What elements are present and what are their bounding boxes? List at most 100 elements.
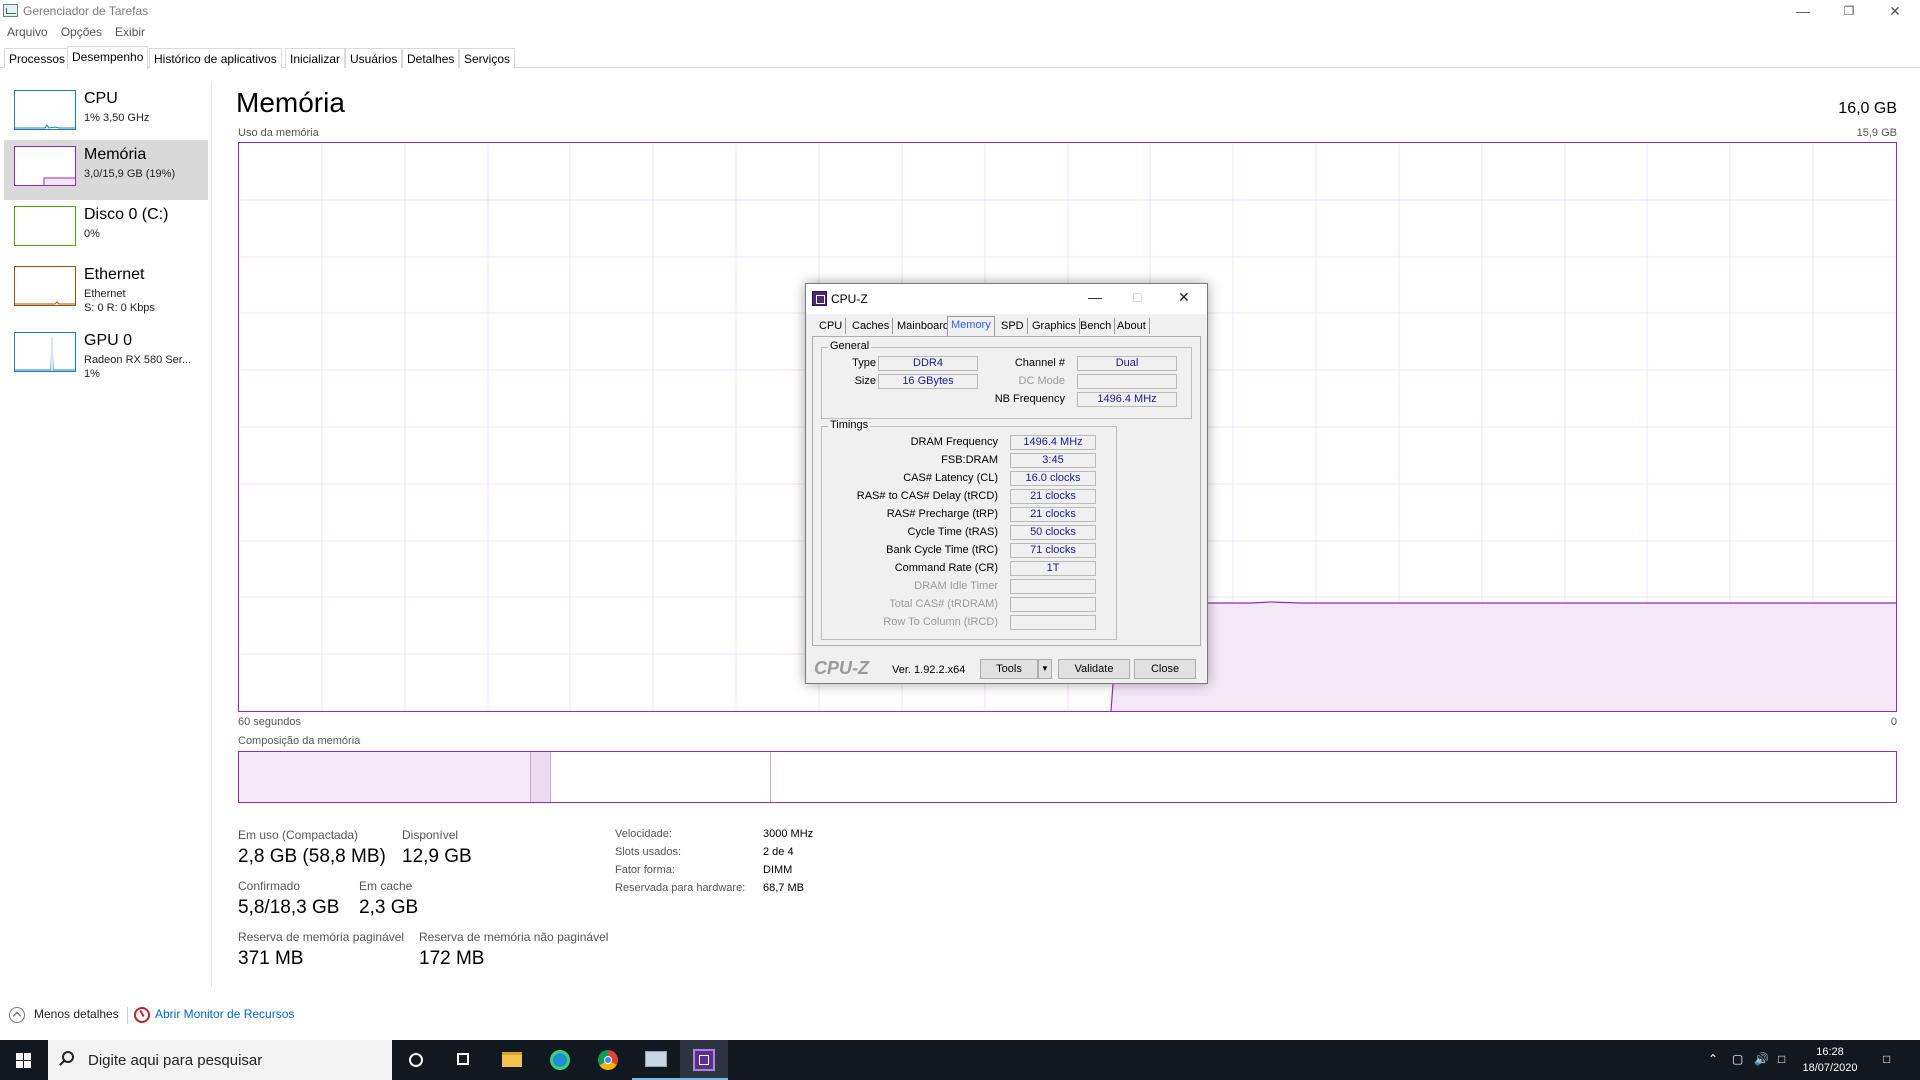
close-button[interactable]: ✕	[1872, 0, 1918, 22]
cpuz-minimize-button[interactable]: —	[1088, 289, 1102, 305]
task-manager-taskbar-icon[interactable]	[632, 1040, 680, 1080]
channel-value: Dual	[1077, 356, 1177, 371]
chevron-up-icon[interactable]	[9, 1007, 25, 1023]
network-icon[interactable]: □	[1778, 1052, 1785, 1066]
file-explorer-icon[interactable]	[488, 1040, 536, 1080]
sidebar-item-detail: 1% 3,50 GHz	[84, 112, 150, 124]
volume-icon[interactable]: 🔊	[1754, 1052, 1769, 1066]
tray-chevron-up-icon[interactable]: ⌃	[1708, 1052, 1718, 1066]
task-view-icon[interactable]	[440, 1040, 488, 1080]
windows-logo-icon	[16, 1053, 32, 1069]
row-to-column-label: Row To Column (tRCD)	[883, 616, 998, 628]
task-manager-icon	[3, 4, 18, 17]
start-button[interactable]	[0, 1040, 48, 1080]
ethernet-thumbnail	[14, 266, 76, 306]
tab-historico[interactable]: Histórico de aplicativos	[149, 48, 282, 68]
dram-idle-timer-label: DRAM Idle Timer	[914, 580, 998, 592]
speed-label: Velocidade:	[615, 828, 672, 840]
edge-icon[interactable]	[536, 1040, 584, 1080]
cached-value: 2,3 GB	[359, 897, 419, 918]
cpuz-tab-graphics[interactable]: Graphics	[1029, 318, 1081, 334]
cpuz-tab-bench[interactable]: Bench	[1077, 318, 1116, 334]
memory-composition-bar	[238, 751, 1897, 803]
cas-latency-label: CAS# Latency (CL)	[903, 472, 998, 484]
row-to-column-value	[1010, 615, 1096, 630]
less-details-link[interactable]: Menos detalhes	[34, 1007, 119, 1021]
tab-detalhes[interactable]: Detalhes	[402, 48, 460, 68]
tab-inicializar[interactable]: Inicializar	[285, 48, 346, 68]
cpuz-taskbar-icon[interactable]	[680, 1040, 728, 1080]
sidebar-item-detail: Ethernet	[84, 288, 126, 300]
minimize-button[interactable]: —	[1780, 0, 1826, 22]
resource-monitor-icon[interactable]	[134, 1007, 150, 1023]
nonpaged-pool-label: Reserva de memória não paginável	[419, 930, 609, 944]
sidebar-item-label: Memória	[84, 146, 147, 163]
trc-label: Bank Cycle Time (tRC)	[886, 544, 998, 556]
cpuz-tab-caches[interactable]: Caches	[849, 318, 894, 334]
tab-servicos[interactable]: Serviços	[459, 48, 516, 68]
sidebar-item-ethernet[interactable]: Ethernet Ethernet S: 0 R: 0 Kbps	[4, 260, 208, 320]
sidebar-item-cpu[interactable]: CPU 1% 3,50 GHz	[4, 84, 208, 144]
menu-arquivo[interactable]: Arquivo	[0, 22, 54, 42]
cpuz-tab-memory[interactable]: Memory	[947, 316, 995, 336]
cpuz-title: CPU-Z	[831, 292, 868, 306]
cpuz-close-action-button[interactable]: Close	[1134, 659, 1196, 679]
disk-thumbnail	[14, 206, 76, 246]
ethernet-thumbnail-graph	[15, 301, 75, 305]
validate-button[interactable]: Validate	[1058, 659, 1130, 679]
cpuz-tab-about[interactable]: About	[1114, 318, 1150, 334]
menu-opcoes[interactable]: Opções	[54, 22, 108, 42]
tab-usuarios[interactable]: Usuários	[345, 48, 403, 68]
resource-monitor-link[interactable]: Abrir Monitor de Recursos	[155, 1007, 294, 1021]
taskbar-clock[interactable]: 16:28 18/07/2020	[1796, 1044, 1864, 1076]
gpu-thumbnail-graph	[15, 336, 75, 371]
cpuz-title-bar[interactable]: CPU-Z — □ ✕	[806, 284, 1207, 314]
title-bar: Gerenciador de Tarefas — ❐ ✕	[0, 0, 1920, 22]
sidebar-item-memoria[interactable]: Memória 3,0/15,9 GB (19%)	[4, 140, 208, 200]
cpuz-maximize-button: □	[1133, 289, 1142, 305]
taskbar: Digite aqui para pesquisar ⌃ ▢ 🔊 □ 16:28…	[0, 1040, 1920, 1080]
composition-in-use	[239, 752, 531, 802]
usage-area	[1111, 603, 1896, 711]
fsb-dram-label: FSB:DRAM	[941, 454, 998, 466]
cpuz-tab-mainboard[interactable]: Mainboard	[894, 318, 953, 334]
sidebar-item-gpu[interactable]: GPU 0 Radeon RX 580 Ser... 1%	[4, 326, 208, 386]
cpuz-tab-spd[interactable]: SPD	[998, 318, 1028, 334]
composition-label: Composição da memória	[238, 735, 361, 747]
notification-icon[interactable]: □	[1883, 1052, 1890, 1066]
restore-button[interactable]: ❐	[1826, 0, 1872, 22]
cpuz-version: Ver. 1.92.2.x64	[892, 664, 966, 676]
paged-pool-value: 371 MB	[238, 948, 304, 969]
channel-label: Channel #	[1014, 357, 1065, 369]
chrome-icon[interactable]	[584, 1040, 632, 1080]
composition-modified	[531, 752, 551, 802]
tools-button[interactable]: Tools	[980, 659, 1038, 679]
menu-exibir[interactable]: Exibir	[108, 22, 151, 42]
tools-dropdown-icon[interactable]: ▼	[1038, 659, 1052, 679]
timings-group: Timings DRAM Frequency 1496.4 MHz FSB:DR…	[821, 419, 1117, 640]
fsb-dram-value: 3:45	[1010, 453, 1096, 468]
tab-processos[interactable]: Processos	[4, 48, 71, 68]
window-title: Gerenciador de Tarefas	[23, 4, 149, 18]
available-value: 12,9 GB	[402, 846, 472, 867]
tab-desempenho[interactable]: Desempenho	[67, 46, 149, 69]
trcd-value: 21 clocks	[1010, 489, 1096, 504]
cpuz-tab-cpu[interactable]: CPU	[816, 318, 847, 334]
paged-pool-label: Reserva de memória paginável	[238, 930, 405, 944]
cortana-icon[interactable]	[392, 1040, 440, 1080]
sidebar-item-disco[interactable]: Disco 0 (C:) 0%	[4, 200, 208, 260]
hardware-reserved-label: Reservada para hardware:	[615, 882, 746, 894]
tras-label: Cycle Time (tRAS)	[907, 526, 998, 538]
cpuz-window[interactable]: CPU-Z — □ ✕ CPU Caches Mainboard Memory …	[805, 283, 1208, 684]
taskbar-search[interactable]: Digite aqui para pesquisar	[48, 1040, 392, 1080]
nonpaged-pool-value: 172 MB	[419, 948, 485, 969]
page-title: Memória	[236, 87, 345, 118]
sidebar-divider	[211, 82, 212, 987]
tray-tablet-icon[interactable]: ▢	[1732, 1052, 1743, 1066]
time-axis-left: 60 segundos	[238, 716, 301, 728]
cpuz-close-button[interactable]: ✕	[1178, 289, 1190, 306]
cpuz-tab-bar: CPU Caches Mainboard Memory SPD Graphics…	[811, 314, 1203, 336]
total-cas-label: Total CAS# (tRDRAM)	[889, 598, 998, 610]
clock-time: 16:28	[1816, 1046, 1844, 1058]
search-placeholder: Digite aqui para pesquisar	[88, 1052, 263, 1069]
